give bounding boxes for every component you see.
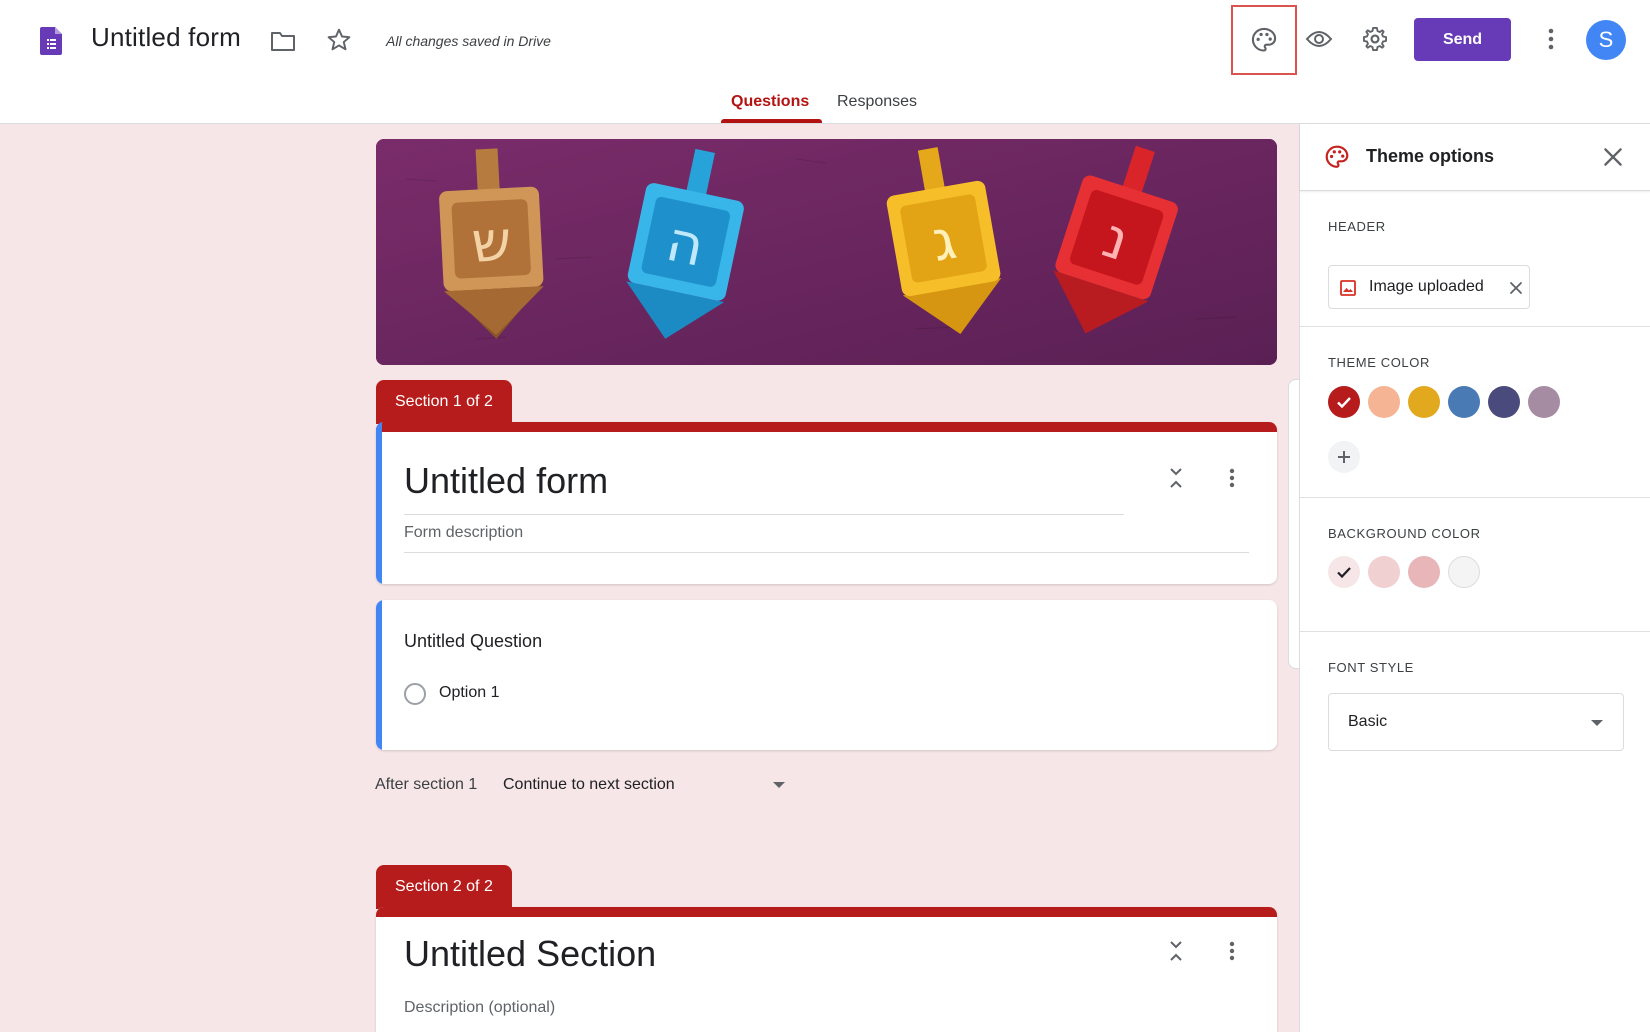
form-title-card[interactable]: Untitled form Form description [376,422,1277,584]
bg-swatch-light-pink[interactable] [1368,556,1400,588]
section-title[interactable]: Untitled Section [404,933,656,975]
check-icon [1328,386,1360,418]
folder-icon[interactable] [268,26,298,56]
active-card-indicator [376,422,382,584]
dreidel-illustration: ש ה ג נ [376,139,1277,365]
send-button[interactable]: Send [1414,18,1511,61]
theme-swatch-amber[interactable] [1408,386,1440,418]
image-icon [1340,280,1356,296]
close-icon[interactable] [1600,144,1626,170]
panel-title: Theme options [1366,146,1495,166]
description-underline [404,552,1249,553]
gear-icon [1363,27,1387,51]
font-style-section: FONT STYLE Basic [1300,632,1650,772]
remove-image-icon[interactable] [1507,279,1525,297]
theme-color-label: THEME COLOR [1328,355,1430,370]
title-underline [404,514,1124,515]
dropdown-arrow-icon[interactable] [773,782,785,788]
card-left-indicator [376,600,382,750]
section-2-tab: Section 2 of 2 [376,865,512,909]
section-2-card[interactable]: Untitled Section Description (optional) [376,907,1277,1032]
header-label: HEADER [1328,219,1386,234]
question-card[interactable]: Untitled Question Option 1 [376,600,1277,750]
section-more-icon[interactable] [1220,939,1244,963]
more-options-button[interactable] [1536,22,1566,56]
plus-icon [1338,451,1350,463]
check-icon [1328,556,1360,588]
question-title[interactable]: Untitled Question [404,631,542,652]
google-forms-icon[interactable] [40,27,62,55]
theme-options-panel: Theme options HEADER Image uploaded THEM… [1299,124,1650,1032]
theme-color-section: THEME COLOR [1300,327,1650,498]
bg-swatch-blush[interactable] [1328,556,1360,588]
palette-icon [1325,145,1349,168]
option-label[interactable]: Option 1 [439,684,499,702]
palette-icon [1251,27,1277,52]
chip-label: Image uploaded [1369,278,1484,295]
panel-header: Theme options [1300,124,1650,191]
eye-icon [1305,31,1333,47]
account-avatar[interactable]: S [1586,20,1626,60]
preview-button[interactable] [1302,22,1336,56]
header-section: HEADER Image uploaded [1300,191,1650,327]
save-status: All changes saved in Drive [386,33,551,49]
floating-toolbar-edge [1288,379,1299,669]
radio-option-1[interactable] [404,683,426,705]
tab-responses[interactable]: Responses [837,93,917,111]
after-section-dropdown[interactable]: Continue to next section [503,776,675,794]
card-accent-strip [376,907,1277,917]
header-image-chip[interactable]: Image uploaded [1328,265,1530,309]
document-title[interactable]: Untitled form [91,22,241,53]
bg-swatch-pink[interactable] [1408,556,1440,588]
font-style-label: FONT STYLE [1328,660,1414,675]
background-color-label: BACKGROUND COLOR [1328,526,1481,541]
add-custom-color-button[interactable] [1328,441,1360,473]
dropdown-arrow-icon [1591,720,1603,726]
theme-swatch-red[interactable] [1328,386,1360,418]
active-tab-indicator [721,119,822,123]
background-color-section: BACKGROUND COLOR [1300,498,1650,632]
theme-swatch-peach[interactable] [1368,386,1400,418]
section-1-tab: Section 1 of 2 [376,380,512,424]
settings-button[interactable] [1358,22,1392,56]
collapse-section-icon[interactable] [1164,939,1188,963]
top-app-bar: Untitled form All changes saved in Drive… [0,0,1650,124]
font-style-dropdown[interactable]: Basic [1328,693,1624,751]
card-accent-strip [376,422,1277,432]
form-title[interactable]: Untitled form [404,460,608,502]
customize-theme-button[interactable] [1231,5,1297,75]
font-style-value: Basic [1348,713,1388,730]
theme-swatch-indigo[interactable] [1488,386,1520,418]
form-description-field[interactable]: Form description [404,524,523,542]
form-canvas: ש ה ג נ Section 1 of 2 Untitled form For… [0,124,1299,1032]
section-description-field[interactable]: Description (optional) [404,999,555,1017]
bg-swatch-gray[interactable] [1448,556,1480,588]
tab-questions[interactable]: Questions [731,93,809,111]
more-vert-icon [1548,28,1554,50]
theme-swatch-mauve[interactable] [1528,386,1560,418]
header-image: ש ה ג נ [376,139,1277,365]
theme-swatch-blue[interactable] [1448,386,1480,418]
section-more-icon[interactable] [1220,466,1244,490]
dreidel-letter-shin: ש [470,209,513,276]
star-icon[interactable] [324,25,354,55]
collapse-section-icon[interactable] [1164,466,1188,490]
after-section-label: After section 1 [375,776,478,793]
